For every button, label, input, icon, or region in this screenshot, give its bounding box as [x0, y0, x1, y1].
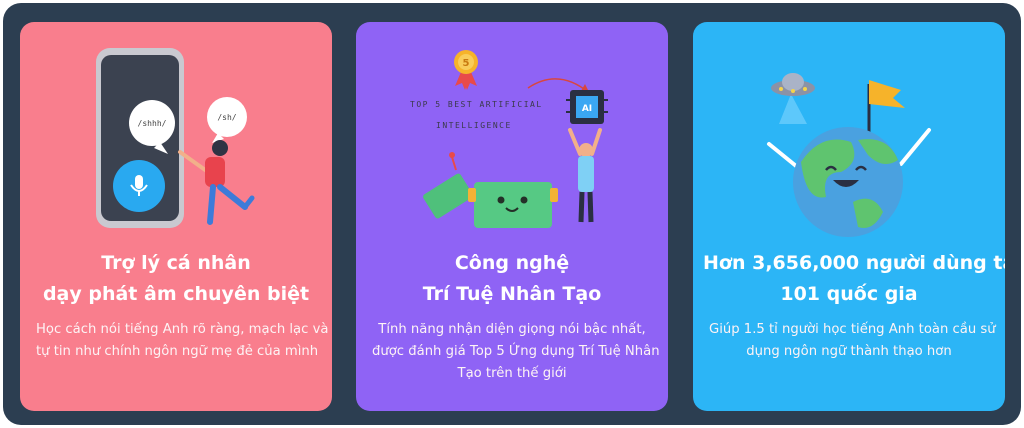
card-description-line: Học cách nói tiếng Anh rõ ràng, mạch lạc… — [36, 322, 329, 337]
card-description: Giúp 1.5 tỉ người học tiếng Anh toàn cầu… — [709, 319, 996, 363]
card-title: Công nghệ Trí Tuệ Nhân Tạo — [366, 248, 658, 310]
feature-card-ai-technology: 5 TOP 5 BEST ARTIFICIAL INTELLIGENCE AI — [356, 22, 668, 411]
card-description-line: dụng ngôn ngữ thành thạo hơn — [746, 344, 952, 359]
card-title: Trợ lý cá nhân dạy phát âm chuyên biệt — [30, 248, 322, 310]
card-description-line: tự tin như chính ngôn ngữ mẹ đẻ của mình — [36, 344, 319, 359]
features-panel: /shhh/ /sh/ Trợ lý cá nhân dạy phát âm c… — [3, 3, 1021, 425]
card-title-line: Trợ lý cá nhân — [101, 252, 251, 274]
medal-icon: 5 — [454, 50, 478, 90]
globe-icon — [767, 127, 931, 237]
globe-illustration — [767, 73, 931, 237]
card-title-line: dạy phát âm chuyên biệt — [42, 283, 310, 305]
card-title-line: Trí Tuệ Nhân Tạo — [422, 283, 602, 305]
feature-card-global-users: Hơn 3,656,000 người dùng tại 101 quốc gi… — [693, 22, 1005, 411]
card-title-line: 101 quốc gia — [780, 283, 918, 305]
card-description-line: được đánh giá Top 5 Ứng dụng Trí Tuệ Nhâ… — [372, 344, 660, 359]
speech-bubble-right: /sh/ — [207, 97, 247, 143]
ai-illustration: 5 TOP 5 BEST ARTIFICIAL INTELLIGENCE AI — [410, 50, 608, 228]
card-title-line: Công nghệ — [454, 252, 570, 274]
card-description-line: Giúp 1.5 tỉ người học tiếng Anh toàn cầu… — [709, 322, 996, 337]
card-description: Học cách nói tiếng Anh rõ ràng, mạch lạc… — [36, 319, 329, 363]
flag-icon — [867, 80, 905, 137]
handwriting-text: TOP 5 BEST ARTIFICIAL — [410, 100, 543, 109]
card-description: Tính năng nhận diện giọng nói bậc nhất, … — [372, 319, 660, 385]
ufo-icon — [771, 73, 815, 124]
svg-text:/shhh/: /shhh/ — [138, 119, 167, 128]
handwriting-text: INTELLIGENCE — [436, 121, 512, 130]
svg-text:/sh/: /sh/ — [217, 113, 236, 122]
feature-card-personal-assistant: /shhh/ /sh/ Trợ lý cá nhân dạy phát âm c… — [20, 22, 332, 411]
card-description-line: Tính năng nhận diện giọng nói bậc nhất, — [378, 322, 646, 337]
svg-text:AI: AI — [582, 104, 592, 114]
ai-chip-icon: AI — [566, 90, 608, 124]
box-character — [423, 152, 558, 228]
person-figure — [568, 128, 602, 223]
card-title-line: Hơn 3,656,000 người dùng tại — [703, 252, 1005, 274]
microphone-icon — [113, 160, 165, 212]
card-description-line: Tạo trên thế giới — [457, 366, 567, 381]
card-title: Hơn 3,656,000 người dùng tại 101 quốc gi… — [703, 248, 1005, 310]
person-figure — [178, 140, 255, 225]
svg-text:5: 5 — [463, 58, 470, 69]
pronunciation-illustration: /shhh/ /sh/ — [96, 48, 255, 228]
